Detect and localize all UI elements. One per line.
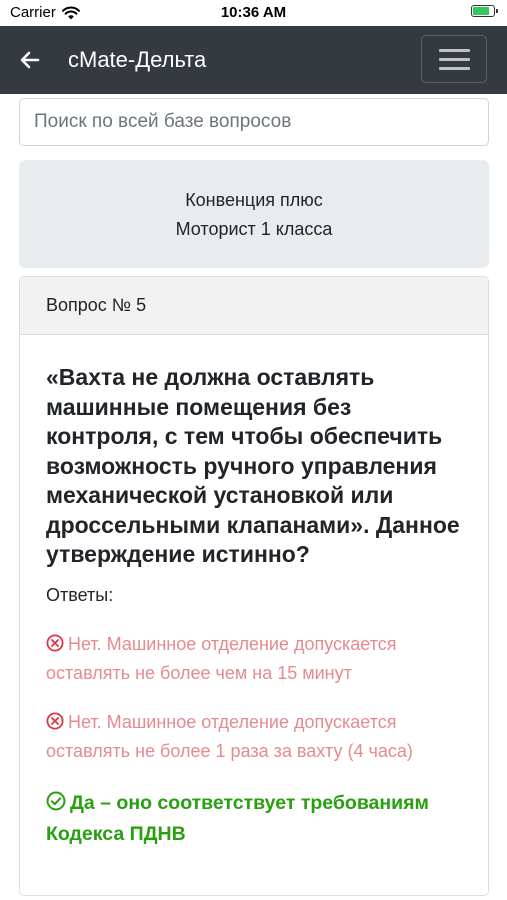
question-card: Вопрос № 5 «Вахта не должна оставлять ма… [19,276,489,896]
answer-text: Нет. Машинное отделение допускается оста… [46,712,413,761]
status-bar: Carrier 10:36 AM [0,0,507,26]
answer-text: Нет. Машинное отделение допускается оста… [46,634,397,683]
answer-option: Нет. Машинное отделение допускается оста… [46,708,466,766]
menu-toggle-button[interactable] [421,35,487,83]
answer-option-correct: Да – оно соответствует требованиям Кодек… [46,788,466,850]
question-text: «Вахта не должна оставлять машинные поме… [46,364,460,567]
battery-icon [471,5,498,17]
status-right [471,5,498,17]
answer-text: Да – оно соответствует требованиям Кодек… [46,792,429,845]
category-info: Конвенция плюс Моторист 1 класса [19,160,489,268]
answer-option: Нет. Машинное отделение допускается оста… [46,630,466,688]
category-title: Конвенция плюс [185,190,323,210]
x-circle-icon [46,712,64,730]
status-time: 10:36 AM [220,4,287,21]
hamburger-menu-icon [439,58,470,61]
x-circle-icon [46,634,64,652]
category-subtitle: Моторист 1 класса [175,219,333,239]
check-circle-icon [46,791,66,811]
hamburger-menu-icon [439,49,470,52]
arrow-left-icon[interactable] [18,48,42,72]
search-input[interactable] [19,98,489,146]
app-title: cMate-Дельта [68,47,207,72]
answers-label: Ответы: [46,585,114,605]
navbar: cMate-Дельта [0,26,507,94]
hamburger-menu-icon [439,67,470,70]
battery-fill [473,7,490,15]
question-number: Вопрос № 5 [20,277,488,335]
